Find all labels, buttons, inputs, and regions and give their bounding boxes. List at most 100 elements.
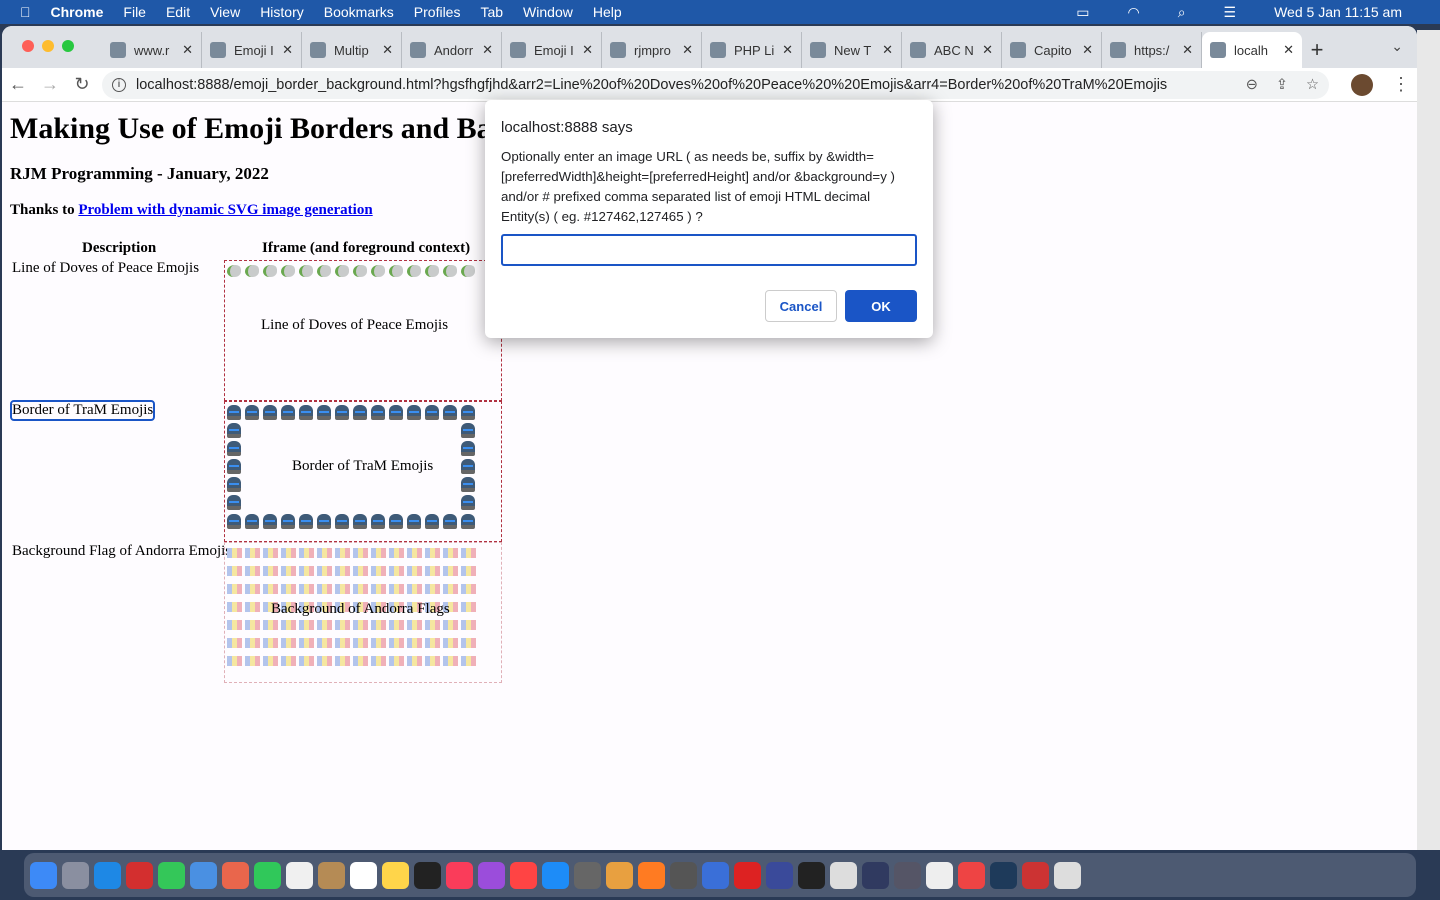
dock-app-icon[interactable] (702, 861, 729, 889)
iframe-andorra[interactable]: Background of Andorra Flags (224, 542, 502, 683)
dock-app-icon[interactable] (510, 861, 537, 889)
tab[interactable]: https:/ ✕ (1102, 32, 1202, 68)
tab[interactable]: Capito ✕ (1002, 32, 1102, 68)
clock[interactable]: Wed 5 Jan 11:15 am (1274, 4, 1402, 20)
close-tab-icon[interactable]: ✕ (982, 42, 993, 58)
control-center-icon[interactable]: ☰ (1224, 4, 1237, 21)
menu-app[interactable]: Chrome (51, 4, 104, 20)
dock-app-icon[interactable] (318, 861, 345, 889)
minimize-window-button[interactable] (42, 40, 54, 52)
site-info-icon[interactable]: i (112, 77, 126, 92)
tab[interactable]: ABC N ✕ (902, 32, 1002, 68)
url-text[interactable]: localhost:8888/emoji_border_background.h… (136, 77, 1228, 93)
row-description-selected[interactable]: Border of TraM Emojis (9, 400, 156, 421)
dock-app-icon[interactable] (222, 861, 249, 889)
close-tab-icon[interactable]: ✕ (782, 42, 793, 58)
menu-bookmarks[interactable]: Bookmarks (324, 4, 394, 20)
dock-app-icon[interactable] (670, 861, 697, 889)
address-bar[interactable]: i localhost:8888/emoji_border_background… (102, 70, 1329, 99)
dock-app-icon[interactable] (446, 861, 473, 889)
dock-app-icon[interactable] (574, 861, 601, 889)
tab[interactable]: localh ✕ (1202, 32, 1302, 68)
dock-app-icon[interactable] (958, 861, 985, 889)
close-tab-icon[interactable]: ✕ (382, 42, 393, 58)
share-icon[interactable]: ⇪ (1276, 77, 1288, 93)
dock-app-icon[interactable] (190, 861, 217, 889)
dock-app-icon[interactable] (894, 861, 921, 889)
prompt-input[interactable] (501, 234, 917, 266)
dock-app-icon[interactable] (62, 861, 89, 889)
close-tab-icon[interactable]: ✕ (582, 42, 593, 58)
close-tab-icon[interactable]: ✕ (1182, 42, 1193, 58)
menu-file[interactable]: File (123, 4, 146, 20)
dock-app-icon[interactable] (830, 861, 857, 889)
dock-app-icon[interactable] (158, 861, 185, 889)
bookmark-star-icon[interactable]: ☆ (1306, 77, 1319, 93)
background-window[interactable] (1417, 30, 1440, 850)
dove-emoji-icon (227, 265, 241, 277)
close-tab-icon[interactable]: ✕ (1082, 42, 1093, 58)
close-tab-icon[interactable]: ✕ (882, 42, 893, 58)
dock-app-icon[interactable] (862, 861, 889, 889)
menu-profiles[interactable]: Profiles (414, 4, 461, 20)
wifi-icon[interactable]: ◠ (1127, 4, 1139, 21)
zoom-icon[interactable]: ⊖ (1246, 77, 1258, 93)
dock-app-icon[interactable] (734, 861, 761, 889)
menu-help[interactable]: Help (593, 4, 622, 20)
tab[interactable]: Emoji I ✕ (202, 32, 302, 68)
close-tab-icon[interactable]: ✕ (1283, 42, 1294, 58)
dock-app-icon[interactable] (350, 861, 377, 889)
dock-app-icon[interactable] (542, 861, 569, 889)
ok-button[interactable]: OK (845, 290, 917, 322)
dock-app-icon[interactable] (414, 861, 441, 889)
tab[interactable]: rjmpro ✕ (602, 32, 702, 68)
spotlight-search-icon[interactable]: ⌕ (1178, 4, 1186, 21)
dock-app-icon[interactable] (30, 861, 57, 889)
reload-button[interactable]: ↻ (66, 74, 98, 95)
tab[interactable]: New T ✕ (802, 32, 902, 68)
zoom-window-button[interactable] (62, 40, 74, 52)
dock-app-icon[interactable] (478, 861, 505, 889)
tab[interactable]: Multip ✕ (302, 32, 402, 68)
dock-app-icon[interactable] (1022, 861, 1049, 889)
dock-app-icon[interactable] (638, 861, 665, 889)
dock-app-icon[interactable] (1054, 861, 1081, 889)
tab[interactable]: PHP Li ✕ (702, 32, 802, 68)
tab[interactable]: Emoji I ✕ (502, 32, 602, 68)
cancel-button[interactable]: Cancel (765, 290, 837, 322)
back-button[interactable]: ← (2, 74, 34, 95)
menu-kebab-icon[interactable]: ⋮ (1385, 74, 1417, 95)
dock-app-icon[interactable] (606, 861, 633, 889)
close-tab-icon[interactable]: ✕ (682, 42, 693, 58)
dock-app-icon[interactable] (766, 861, 793, 889)
close-tab-icon[interactable]: ✕ (482, 42, 493, 58)
dock-app-icon[interactable] (254, 861, 281, 889)
close-tab-icon[interactable]: ✕ (282, 42, 293, 58)
dock-app-icon[interactable] (286, 861, 313, 889)
dock-app-icon[interactable] (926, 861, 953, 889)
battery-icon[interactable]: ▭ (1076, 4, 1089, 21)
profile-avatar[interactable] (1351, 73, 1373, 96)
iframe-doves[interactable]: Line of Doves of Peace Emojis (224, 260, 502, 401)
menu-tab[interactable]: Tab (480, 4, 503, 20)
tab[interactable]: Andorr ✕ (402, 32, 502, 68)
dock-app-icon[interactable] (798, 861, 825, 889)
forward-button[interactable]: → (34, 74, 66, 95)
dock-app-icon[interactable] (126, 861, 153, 889)
menu-edit[interactable]: Edit (166, 4, 190, 20)
thanks-link[interactable]: Problem with dynamic SVG image generatio… (78, 202, 372, 218)
tab[interactable]: www.r ✕ (102, 32, 202, 68)
close-tab-icon[interactable]: ✕ (182, 42, 193, 58)
new-tab-button[interactable]: + (1302, 32, 1332, 68)
tab-search-chevron-icon[interactable]: ⌄ (1391, 38, 1403, 55)
menu-view[interactable]: View (210, 4, 240, 20)
dock-app-icon[interactable] (382, 861, 409, 889)
close-window-button[interactable] (22, 40, 34, 52)
tram-emoji-icon (461, 477, 475, 492)
iframe-tram[interactable]: Border of TraM Emojis (224, 401, 502, 542)
dock-app-icon[interactable] (94, 861, 121, 889)
apple-icon[interactable]:  (20, 4, 31, 20)
menu-history[interactable]: History (260, 4, 304, 20)
menu-window[interactable]: Window (523, 4, 573, 20)
dock-app-icon[interactable] (990, 861, 1017, 889)
